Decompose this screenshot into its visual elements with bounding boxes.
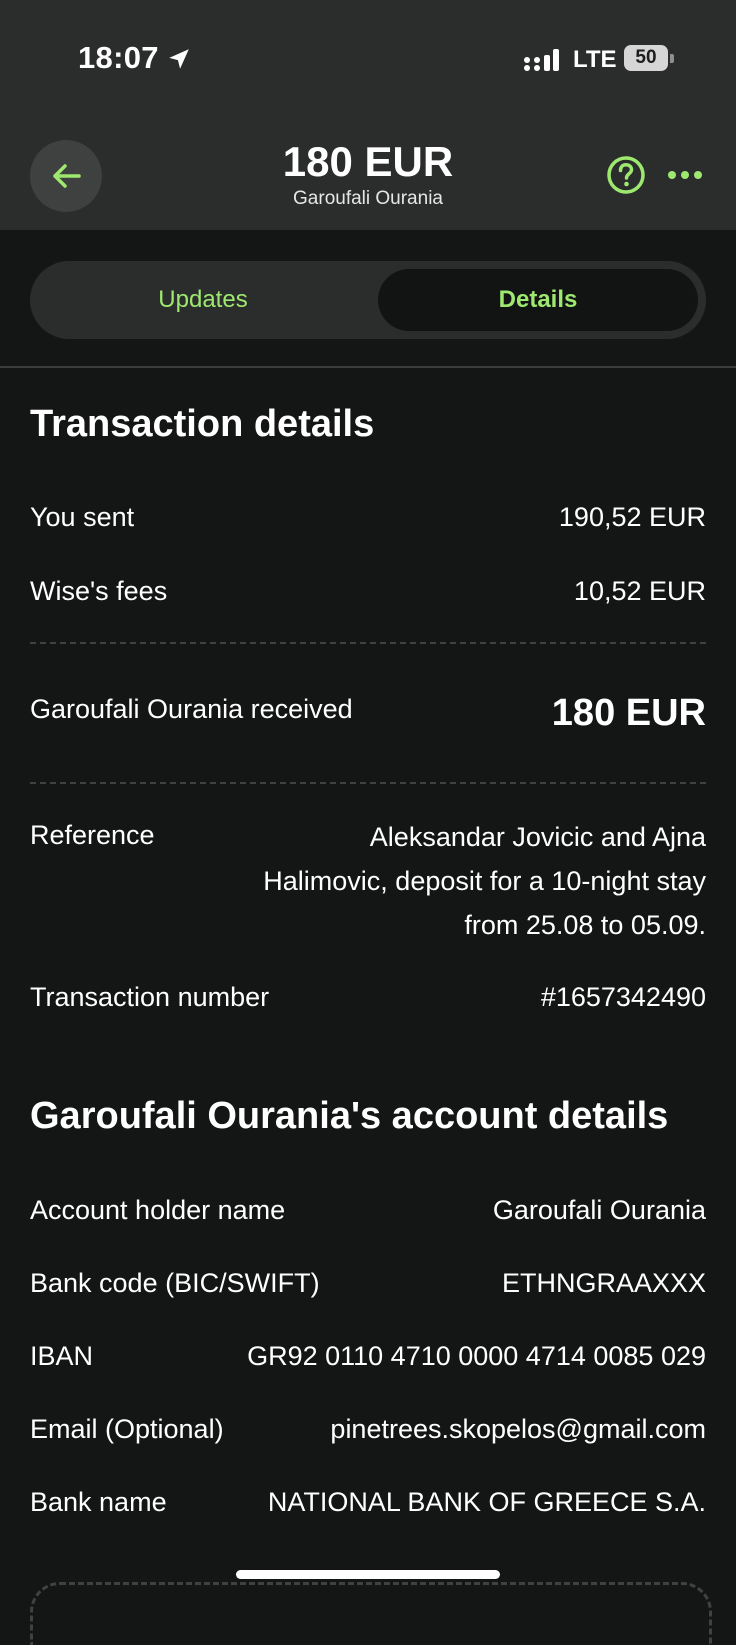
battery-tip: [670, 54, 674, 63]
dashed-divider: [30, 642, 706, 644]
transaction-number-label: Transaction number: [30, 982, 270, 1012]
network-type: LTE: [573, 46, 617, 73]
transaction-details-title: Transaction details: [30, 403, 375, 445]
iban-value: GR92 0110 4710 0000 4714 0085 029: [247, 1341, 706, 1371]
signal-icon: [524, 49, 559, 71]
email-value: pinetrees.skopelos@gmail.com: [330, 1414, 706, 1444]
header: 180 EUR Garoufali Ourania: [0, 120, 736, 230]
reference-line: from 25.08 to 05.09.: [464, 910, 706, 940]
account-details-title: Garoufali Ourania's account details: [30, 1095, 669, 1137]
received-label: Garoufali Ourania received: [30, 694, 353, 724]
reference-line: Halimovic, deposit for a 10-night stay: [263, 866, 706, 896]
bic-label: Bank code (BIC/SWIFT): [30, 1268, 320, 1298]
bank-name-label: Bank name: [30, 1487, 167, 1517]
divider: [0, 366, 736, 368]
dashed-divider: [30, 782, 706, 784]
received-value: 180 EUR: [551, 692, 706, 734]
you-sent-value: 190,52 EUR: [558, 502, 706, 532]
bottom-card: [30, 1582, 712, 1645]
reference-label: Reference: [30, 820, 155, 850]
iban-label: IBAN: [30, 1341, 94, 1371]
fees-value: 10,52 EUR: [573, 576, 706, 606]
reference-value: Aleksandar Jovicic and Ajna Halimovic, d…: [186, 815, 706, 947]
account-holder-value: Garoufali Ourania: [492, 1195, 706, 1225]
email-label: Email (Optional): [30, 1414, 224, 1444]
you-sent-label: You sent: [30, 502, 135, 532]
battery-level: 50: [624, 45, 668, 71]
transaction-number-value: #1657342490: [540, 982, 706, 1012]
account-holder-label: Account holder name: [30, 1195, 286, 1225]
bank-name-value: NATIONAL BANK OF GREECE S.A.: [267, 1487, 706, 1517]
reference-line: Aleksandar Jovicic and Ajna: [369, 822, 706, 852]
tab-switcher: Updates Details: [30, 261, 706, 339]
tab-details[interactable]: Details: [378, 269, 698, 331]
fees-label: Wise's fees: [30, 576, 168, 606]
bic-value: ETHNGRAAXXX: [501, 1268, 706, 1298]
status-time: 18:07: [78, 40, 159, 75]
status-bar: 18:07 LTE 50: [0, 0, 736, 120]
home-indicator: [236, 1570, 500, 1579]
more-icon[interactable]: [667, 170, 703, 180]
tab-updates[interactable]: Updates: [38, 269, 368, 331]
help-icon[interactable]: [606, 155, 646, 195]
battery-icon: 50: [624, 45, 674, 71]
location-arrow-icon: [169, 49, 189, 69]
